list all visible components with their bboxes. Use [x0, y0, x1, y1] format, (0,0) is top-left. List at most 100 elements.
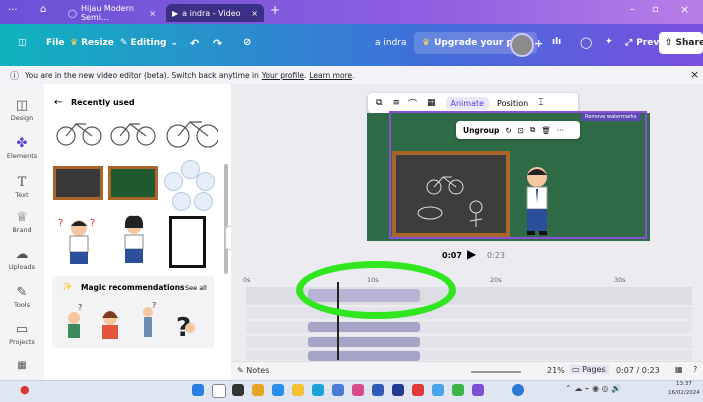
chalkboard-thumb-green[interactable]: [108, 166, 158, 200]
new-tab-icon[interactable]: +: [270, 3, 280, 17]
redo-icon[interactable]: ↷: [213, 37, 222, 50]
girl-student-sticker[interactable]: [114, 212, 154, 268]
app-icon[interactable]: [392, 384, 404, 396]
comment-icon[interactable]: ◯: [580, 36, 592, 49]
sidebar-item-apps[interactable]: ▦: [0, 358, 44, 374]
app-icon[interactable]: [352, 384, 364, 396]
tab-video[interactable]: ▶ a indra - Video ×: [166, 4, 264, 22]
app-icon[interactable]: [432, 384, 444, 396]
tray-icons[interactable]: ⌃ ☁ ⌁ ◉ ◎ 🔊: [565, 384, 621, 393]
rotate-icon[interactable]: ↻: [505, 126, 511, 135]
duplicate-icon[interactable]: ⧉: [530, 125, 535, 135]
start-icon[interactable]: [192, 384, 204, 396]
sidebar-item-uploads[interactable]: ☁ Uploads: [0, 247, 44, 271]
tab-hijau[interactable]: ◯ Hijau Modern Semi... ×: [62, 4, 162, 22]
home-icon[interactable]: ⌂: [40, 4, 46, 15]
tools-icon: ✎: [16, 285, 28, 300]
sidebar-item-text[interactable]: T Text: [0, 175, 44, 199]
close-icon[interactable]: ×: [149, 9, 156, 18]
sidebar-item-elements[interactable]: ✤ Elements: [0, 136, 44, 160]
app-icon[interactable]: [412, 384, 424, 396]
app-icon[interactable]: [292, 384, 304, 396]
magic-title: Magic recommendations: [81, 283, 185, 292]
learn-more-link[interactable]: Learn more: [309, 71, 352, 80]
boy-student-figure[interactable]: [515, 163, 557, 239]
share-button[interactable]: ⇧ Share: [659, 32, 703, 54]
bicycle-sketch[interactable]: [52, 114, 218, 152]
position-button[interactable]: Position: [497, 99, 528, 108]
emoji-thumb[interactable]: [172, 192, 191, 211]
current-time: 0:07: [442, 251, 462, 260]
video-clip[interactable]: [308, 351, 420, 361]
video-clip[interactable]: [308, 337, 420, 347]
app-icon[interactable]: [312, 384, 324, 396]
app-icon[interactable]: [332, 384, 344, 396]
app-icon[interactable]: [372, 384, 384, 396]
app-icon[interactable]: [512, 384, 524, 396]
animate-button[interactable]: Animate: [445, 96, 490, 110]
sidebar-item-brand[interactable]: ♕ Brand: [0, 210, 44, 234]
close-banner-icon[interactable]: ×: [690, 68, 699, 81]
resize-button[interactable]: ♛ Resize: [70, 38, 114, 48]
align-icon[interactable]: ≡: [392, 98, 400, 108]
browser-menu-icon[interactable]: ···: [8, 5, 18, 16]
zoom-slider[interactable]: [471, 371, 521, 373]
app-icon[interactable]: [452, 384, 464, 396]
profile-link[interactable]: Your profile: [262, 71, 304, 80]
back-arrow-icon[interactable]: ←: [54, 97, 62, 108]
add-collaborator-icon[interactable]: +: [534, 37, 543, 50]
search-icon[interactable]: [212, 384, 226, 398]
clock-date: 16/02/2024: [668, 390, 700, 396]
info-icon: ⓘ: [10, 71, 20, 82]
sidebar-item-tools[interactable]: ✎ Tools: [0, 285, 44, 309]
browser-titlebar: ··· ⌂ ◯ Hijau Modern Semi... × ▶ a indra…: [0, 0, 703, 24]
editing-dropdown[interactable]: ✎ Editing ⌄: [120, 38, 178, 48]
transparency-icon[interactable]: ▦: [427, 98, 436, 108]
panel-scrollbar[interactable]: [224, 164, 228, 274]
trash-icon[interactable]: 🗑: [541, 126, 551, 135]
flip-icon[interactable]: ⧉: [376, 98, 382, 108]
video-clip[interactable]: [308, 322, 420, 332]
maximize-icon[interactable]: ▫: [652, 4, 659, 15]
app-icon[interactable]: [252, 384, 264, 396]
close-window-icon[interactable]: ×: [680, 3, 689, 16]
emoji-thumb[interactable]: [196, 172, 215, 191]
format-painter-icon[interactable]: ⌶: [538, 98, 543, 108]
rail-label: Design: [10, 114, 34, 122]
boy-question-sticker[interactable]: ??: [56, 214, 102, 268]
black-frame-thumb[interactable]: [169, 216, 206, 268]
remove-watermarks-badge[interactable]: Remove watermarks: [581, 113, 641, 121]
present-icon[interactable]: ✦: [605, 37, 613, 47]
timeline-row: [246, 307, 692, 319]
avatar[interactable]: [510, 33, 534, 57]
lock-icon[interactable]: ⊡: [518, 126, 524, 135]
more-icon[interactable]: ···: [557, 126, 564, 135]
cloud-saved-icon[interactable]: ⊘: [243, 37, 251, 48]
grid-view-icon[interactable]: ▦: [675, 365, 683, 374]
tab-hijau-label: Hijau Modern Semi...: [80, 4, 134, 22]
corner-icon[interactable]: ⌒: [408, 97, 417, 110]
emoji-thumb[interactable]: [194, 192, 213, 211]
pages-button[interactable]: ▭ Pages: [569, 365, 609, 374]
widgets-icon[interactable]: ●: [20, 383, 30, 396]
sidebar-item-projects[interactable]: ▭ Projects: [0, 322, 44, 346]
ungroup-button[interactable]: Ungroup: [463, 126, 499, 135]
chalkboard-thumb-dark[interactable]: [53, 166, 103, 200]
sidebar-toggle-icon[interactable]: ◫: [18, 38, 27, 48]
play-button[interactable]: ▶: [467, 247, 476, 261]
file-menu[interactable]: File: [46, 38, 64, 48]
notes-button[interactable]: ✎ Notes: [237, 366, 269, 375]
app-icon[interactable]: [232, 384, 244, 396]
sidebar-item-design[interactable]: ◫ Design: [0, 98, 44, 122]
undo-icon[interactable]: ↶: [190, 37, 199, 50]
minimize-icon[interactable]: –: [630, 4, 635, 15]
see-all-link[interactable]: See all: [185, 284, 207, 292]
app-icon[interactable]: [272, 384, 284, 396]
close-icon[interactable]: ×: [251, 9, 258, 18]
emoji-thumb[interactable]: [164, 172, 183, 191]
chalkboard[interactable]: [392, 151, 510, 237]
app-icon[interactable]: [472, 384, 484, 396]
help-icon[interactable]: ?: [693, 365, 697, 374]
analytics-icon[interactable]: ılı: [552, 37, 561, 47]
recommendation-stickers[interactable]: ? ? ?: [60, 298, 210, 344]
